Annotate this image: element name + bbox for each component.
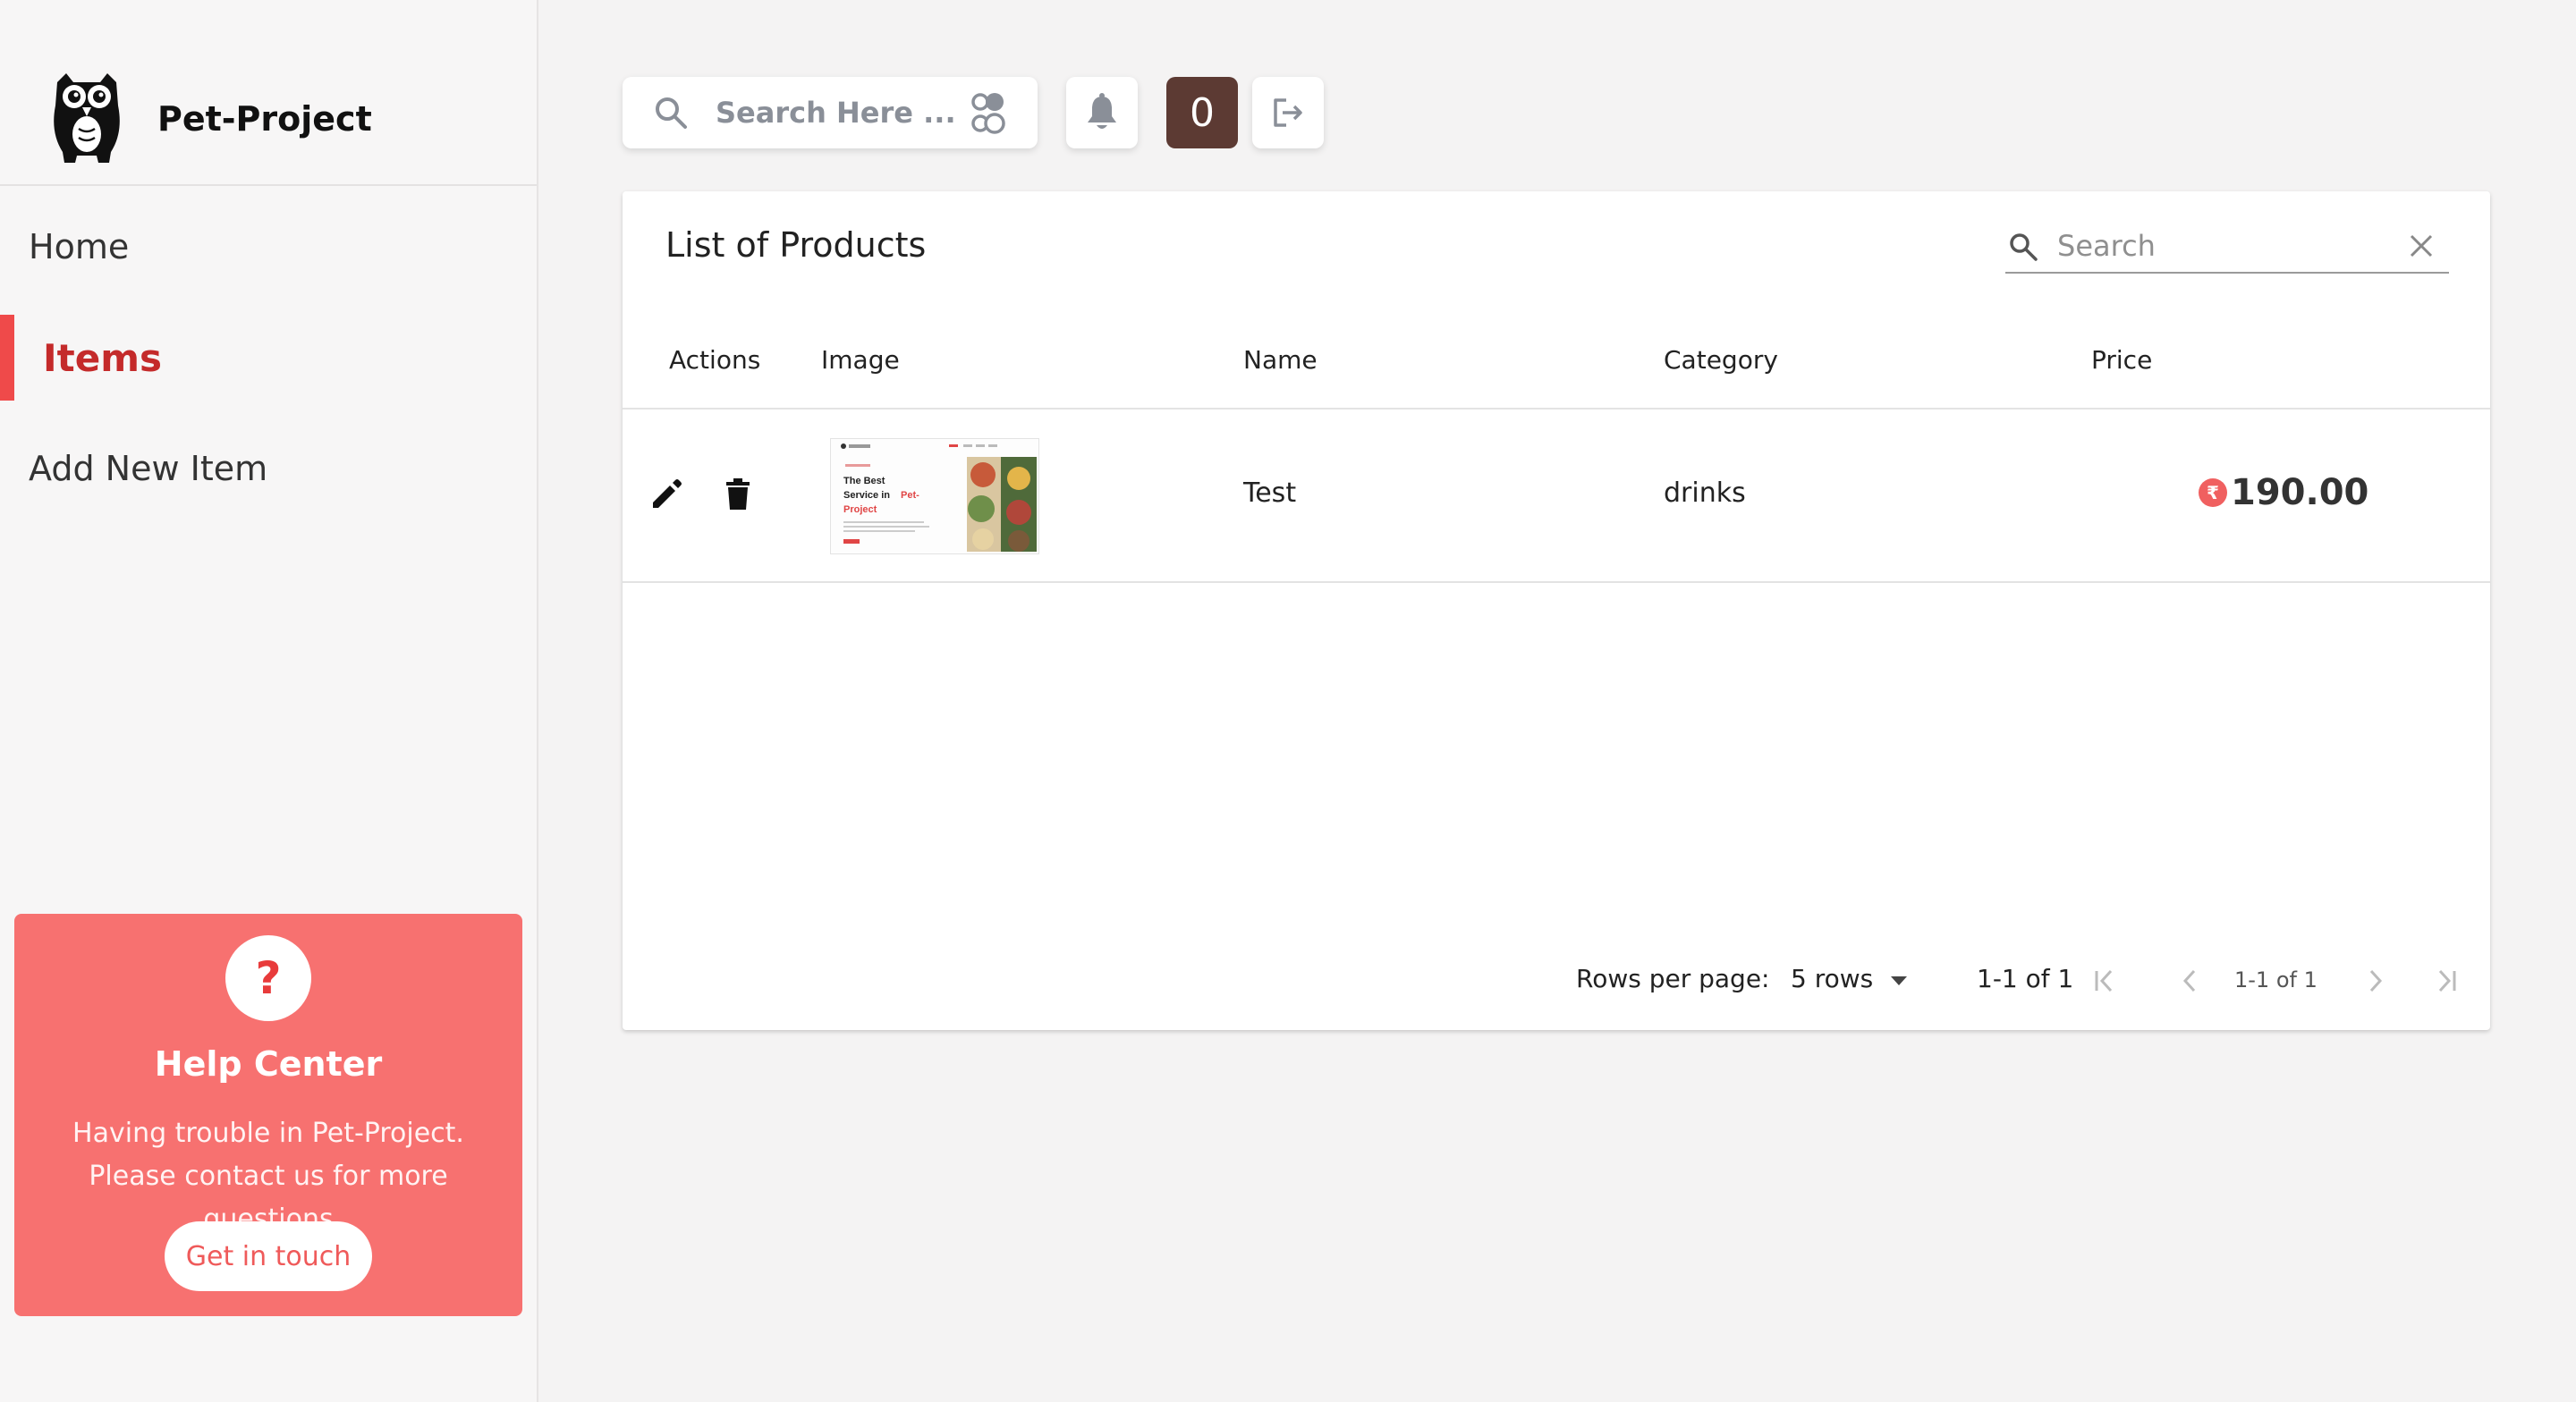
sidebar-item-items[interactable]: Items	[0, 315, 537, 401]
last-page-icon[interactable]	[2431, 966, 2462, 996]
svg-text:Service in: Service in	[843, 490, 890, 501]
logout-icon	[1274, 98, 1302, 127]
svg-text:Pet-: Pet-	[901, 490, 919, 501]
clear-icon[interactable]	[2408, 232, 2435, 259]
rows-per-page-select[interactable]: 5 rows	[1791, 964, 1873, 993]
column-header-image: Image	[821, 345, 900, 375]
price-value: 190.00	[2231, 472, 2369, 513]
sidebar: Pet-Project Home Items Add New Item ? He…	[0, 0, 538, 1402]
chevron-right-icon[interactable]	[2360, 966, 2390, 996]
svg-text:Project: Project	[843, 504, 877, 515]
header-divider	[623, 408, 2490, 410]
product-image: The Best Service in Pet- Project	[830, 438, 1039, 554]
first-page-icon[interactable]	[2089, 966, 2120, 996]
rupee-icon: ₹	[2199, 478, 2227, 507]
brand-name: Pet-Project	[157, 99, 372, 139]
global-search-box[interactable]: Search Here ...	[623, 77, 1038, 148]
sidebar-item-label: Add New Item	[29, 449, 268, 488]
product-price: ₹ 190.00	[2199, 472, 2368, 513]
svg-text:The Best: The Best	[843, 476, 886, 486]
table-search[interactable]	[2005, 220, 2449, 274]
sidebar-item-add-new-item[interactable]: Add New Item	[0, 426, 537, 511]
rows-per-page-label: Rows per page:	[1576, 964, 1770, 993]
search-icon	[656, 97, 687, 129]
page-title: List of Products	[665, 225, 927, 265]
help-center-card: ? Help Center Having trouble in Pet-Proj…	[14, 914, 522, 1316]
filter-toggle-icon[interactable]	[968, 91, 1011, 136]
trash-icon[interactable]	[719, 476, 757, 513]
sidebar-item-home[interactable]: Home	[0, 204, 537, 290]
search-icon	[2010, 233, 2038, 261]
notifications-button[interactable]	[1066, 77, 1138, 148]
page-range: 1-1 of 1	[1977, 964, 2074, 993]
product-thumbnail-graphic: The Best Service in Pet- Project	[831, 439, 1038, 553]
global-search-input[interactable]: Search Here ...	[716, 77, 956, 148]
table-search-input[interactable]	[2055, 224, 2381, 268]
column-header-actions: Actions	[669, 345, 761, 375]
logout-button[interactable]	[1252, 77, 1324, 148]
get-in-touch-button[interactable]: Get in touch	[165, 1221, 372, 1291]
sidebar-divider	[0, 184, 537, 186]
column-header-name[interactable]: Name	[1243, 345, 1318, 375]
help-title: Help Center	[154, 1044, 383, 1084]
product-category: drinks	[1664, 477, 1746, 509]
page-range-small: 1-1 of 1	[2234, 967, 2318, 992]
products-card: List of Products Actions Image Name Cate…	[623, 191, 2490, 1030]
chevron-down-icon[interactable]	[1884, 966, 1914, 996]
cart-count-button[interactable]: 0	[1166, 77, 1238, 148]
question-icon: ?	[225, 935, 311, 1021]
bell-icon	[1088, 93, 1116, 129]
product-name: Test	[1243, 477, 1297, 509]
row-divider	[623, 581, 2490, 583]
column-header-category[interactable]: Category	[1664, 345, 1778, 375]
chevron-left-icon[interactable]	[2175, 966, 2206, 996]
brand[interactable]: Pet-Project	[47, 70, 372, 168]
column-header-price[interactable]: Price	[2091, 345, 2152, 375]
sidebar-item-label: Home	[29, 227, 130, 266]
owl-logo-icon	[54, 73, 120, 163]
sidebar-item-label: Items	[43, 335, 162, 380]
edit-icon[interactable]	[648, 476, 685, 513]
